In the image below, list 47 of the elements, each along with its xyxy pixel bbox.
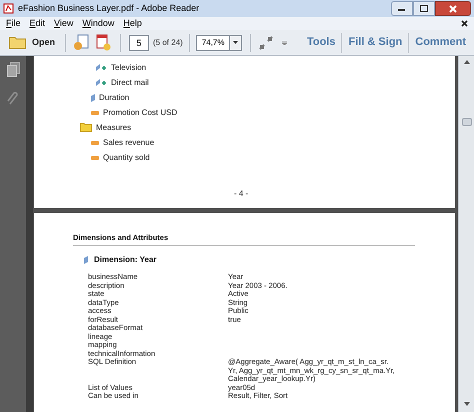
page-number: - 4 -	[234, 188, 248, 200]
window-title: eFashion Business Layer.pdf - Adobe Reader	[18, 2, 200, 15]
menu-item[interactable]: View	[54, 16, 74, 30]
tree-item-label: Duration	[99, 92, 130, 104]
dimension-icon	[91, 94, 95, 102]
maximize-button[interactable]	[413, 1, 435, 16]
tree-item-label: Direct mail	[111, 76, 149, 88]
caret-icon[interactable]	[282, 40, 287, 44]
menu-item[interactable]: Help	[123, 16, 142, 30]
dimension-icon	[84, 256, 88, 264]
caret-icon	[232, 41, 238, 44]
minimize-icon	[398, 6, 406, 10]
page-count: (5 of 24)	[153, 36, 183, 48]
page-number-field[interactable]: 5	[129, 34, 150, 50]
pages-icon[interactable]	[6, 62, 20, 77]
paperclip-icon[interactable]	[7, 91, 19, 105]
pdf-file-icon	[3, 3, 14, 14]
toolbar-tab[interactable]: Comment	[409, 30, 472, 54]
scrollbar-thumb[interactable]	[462, 118, 472, 126]
measure-icon	[91, 156, 99, 160]
tree-item-label: Television	[111, 62, 146, 74]
tree-item-label: Sales revenue	[103, 136, 154, 148]
fit-page-icon[interactable]	[258, 36, 273, 50]
dimension-title: Dimension: Year	[94, 254, 157, 266]
close-button[interactable]	[435, 1, 471, 16]
scroll-down-icon[interactable]	[464, 402, 470, 406]
menu-item[interactable]: File	[6, 16, 21, 30]
folder-icon	[9, 36, 26, 49]
measure-icon	[91, 140, 99, 144]
menu-item[interactable]: Edit	[30, 16, 46, 30]
close-icon	[449, 4, 457, 12]
open-button[interactable]: Open	[6, 32, 58, 52]
tree-item-label: Promotion Cost USD	[103, 106, 178, 118]
tree-item-label: Measures	[96, 122, 132, 134]
menu-item[interactable]: Window	[82, 16, 114, 30]
scroll-up-icon[interactable]	[464, 60, 470, 64]
maximize-icon	[420, 5, 428, 12]
toolbar-tab[interactable]: Tools	[300, 30, 342, 54]
minimize-button[interactable]	[391, 1, 413, 16]
close-icon[interactable]	[461, 20, 468, 27]
folder-icon	[80, 123, 92, 132]
attribute-icon	[96, 63, 107, 72]
measure-icon	[91, 110, 99, 114]
zoom-field[interactable]: 74,7%	[196, 34, 242, 50]
tree-item-label: Quantity sold	[103, 152, 150, 164]
toolbar-tab[interactable]: Fill & Sign	[342, 30, 408, 54]
attribute-icon	[96, 78, 107, 87]
